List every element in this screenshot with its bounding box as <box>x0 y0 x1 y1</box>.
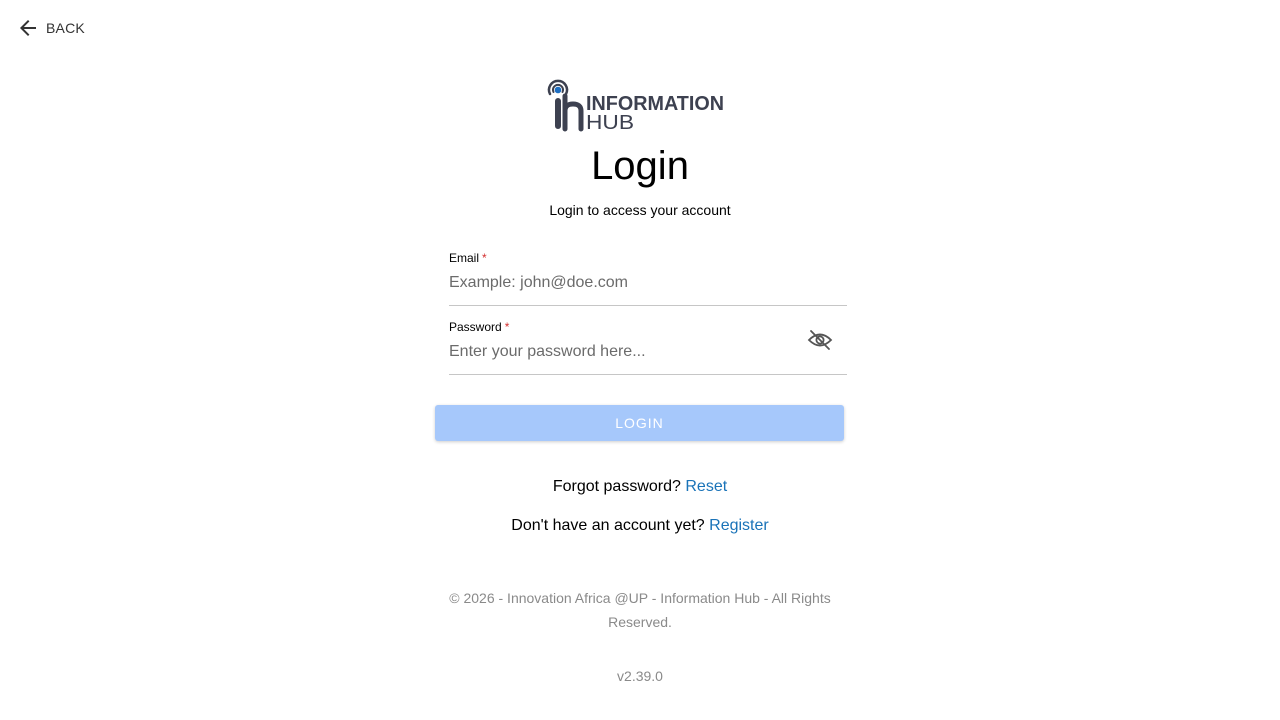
page-title: Login <box>591 144 689 188</box>
logo-wordmark-hub: HUB <box>586 112 634 132</box>
register-row: Don't have an account yet? Register <box>0 516 1280 536</box>
page-subtitle: Login to access your account <box>549 202 731 218</box>
forgot-password-row: Forgot password? Reset <box>0 477 1280 497</box>
forgot-password-text: Forgot password? <box>552 478 681 495</box>
email-label-text: Email <box>449 251 480 265</box>
register-link[interactable]: Register <box>709 517 769 534</box>
eye-off-icon[interactable] <box>807 329 833 351</box>
reset-link[interactable]: Reset <box>685 478 727 495</box>
password-label: Password * <box>449 320 509 334</box>
register-prompt-text: Don't have an account yet? <box>511 517 705 534</box>
arrow-left-icon <box>20 20 36 36</box>
password-label-text: Password <box>449 320 502 334</box>
back-button[interactable]: BACK <box>16 16 85 40</box>
required-marker: * <box>504 320 510 334</box>
email-field: Email * <box>449 250 847 306</box>
app-version: v2.39.0 <box>617 668 663 684</box>
information-hub-logo: INFORMATION HUB <box>547 79 724 132</box>
login-page: BACK INFORMATION HUB Login Login to acce… <box>0 0 1280 720</box>
email-label: Email * <box>449 251 487 265</box>
password-field: Password * <box>449 319 847 375</box>
copyright-notice: © 2026 - Innovation Africa @UP - Informa… <box>449 590 831 630</box>
email-input[interactable] <box>449 272 789 294</box>
back-label: BACK <box>46 20 85 36</box>
password-input[interactable] <box>449 341 789 363</box>
required-marker: * <box>482 251 487 265</box>
login-button[interactable]: LOGIN <box>435 405 844 441</box>
